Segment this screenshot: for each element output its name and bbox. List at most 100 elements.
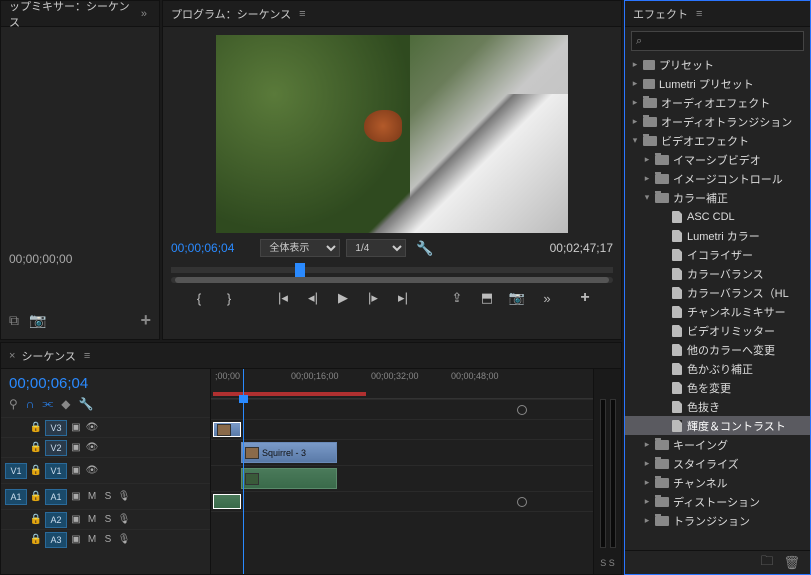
panel-overflow-icon[interactable]: » [137,8,151,20]
tree-item-color-balance[interactable]: カラーバランス [625,264,810,283]
magnet-icon[interactable]: ∩ [26,397,35,411]
track-v3[interactable] [211,399,593,419]
tree-item-change-color[interactable]: 色を変更 [625,378,810,397]
meter-solo-label[interactable]: S S [594,558,621,568]
track-header-v3[interactable]: 🔒V3▣👁 [1,417,210,437]
lock-icon[interactable]: 🔒 [29,442,43,453]
eye-icon[interactable]: 👁 [85,422,99,433]
mic-icon[interactable]: 🎙 [117,534,131,545]
step-back-icon[interactable]: ◂| [305,290,321,306]
program-time-ruler[interactable] [171,259,613,283]
track-header-a1[interactable]: A1🔒A1▣MS🎙 [1,483,210,509]
new-bin-icon[interactable]: 🗀 [760,552,773,574]
tree-item-brightness-contrast[interactable]: 輝度＆コントラスト [625,416,810,435]
toggle-output-icon[interactable]: ▣ [69,534,83,545]
panel-menu-icon[interactable]: ≡ [299,8,305,20]
resolution-select[interactable]: 1/4 [346,239,406,257]
tree-color-correction[interactable]: ▾カラー補正 [625,188,810,207]
track-a2[interactable] [211,491,593,511]
tree-item-tint[interactable]: 色かぶり補正 [625,359,810,378]
eye-icon[interactable]: 👁 [85,442,99,453]
settings-wrench-icon[interactable]: 🔧 [78,397,93,411]
mark-in-icon[interactable]: { [191,291,207,306]
program-timecode-duration[interactable]: 00;02;47;17 [550,241,613,255]
linked-selection-icon[interactable]: ⫘ [42,396,53,411]
mic-icon[interactable]: 🎙 [117,491,131,502]
timeline-timecode[interactable]: 00;00;06;04 [1,369,210,394]
go-to-in-icon[interactable]: |◂ [275,290,291,306]
toggle-output-icon[interactable]: ▣ [69,422,83,433]
work-area-bar[interactable] [213,392,366,396]
play-icon[interactable]: ▶ [335,290,351,306]
lock-icon[interactable]: 🔒 [29,422,43,433]
tree-video-effects[interactable]: ▾ビデオエフェクト [625,131,810,150]
program-playhead[interactable] [295,263,305,277]
audio-mixer-header[interactable]: ップミキサー：シーケンス » [1,1,159,27]
tree-stylize[interactable]: ▸スタイライズ [625,454,810,473]
track-header-a2[interactable]: 🔒A2▣MS🎙 [1,509,210,529]
tree-item-channel-mixer[interactable]: チャンネルミキサー [625,302,810,321]
timeline-tracks-area[interactable]: ;00;00 00;00;16;00 00;00;32;00 00;00;48;… [211,369,593,574]
solo-button[interactable]: S [101,514,115,525]
add-button-icon[interactable]: + [140,310,151,331]
audiomixer-timecode[interactable]: 00;00;00;00 [9,252,151,266]
tree-channel[interactable]: ▸チャンネル [625,473,810,492]
tree-item-lumetri-color[interactable]: Lumetri カラー [625,226,810,245]
track-header-v1[interactable]: V1🔒V1▣👁 [1,457,210,483]
mark-out-icon[interactable]: } [221,291,237,306]
go-to-out-icon[interactable]: ▸| [395,290,411,306]
export-frame-icon[interactable]: ⧉ [9,312,19,329]
close-icon[interactable]: × [9,350,15,362]
track-v1[interactable]: Squirrel - 3 [211,439,593,465]
tree-lumetri-presets[interactable]: ▸Lumetri プリセット [625,74,810,93]
tree-item-asc-cdl[interactable]: ASC CDL [625,207,810,226]
tree-item-color-remove[interactable]: 色抜き [625,397,810,416]
settings-wrench-icon[interactable]: 🔧 [416,240,433,257]
lock-icon[interactable]: 🔒 [29,491,43,502]
snap-icon[interactable]: ⚲ [9,397,18,411]
mute-button[interactable]: M [85,491,99,502]
lift-icon[interactable]: ⇪ [449,290,465,306]
button-editor-icon[interactable]: + [577,289,593,307]
toggle-output-icon[interactable]: ▣ [69,442,83,453]
clip-a1[interactable] [241,468,337,489]
panel-menu-icon[interactable]: ≡ [84,350,90,362]
lock-icon[interactable]: 🔒 [29,514,43,525]
fit-select[interactable]: 全体表示 [260,239,340,257]
solo-button[interactable]: S [101,491,115,502]
track-header-a3[interactable]: 🔒A3▣MS🎙 [1,529,210,549]
toggle-output-icon[interactable]: ▣ [69,491,83,502]
mute-button[interactable]: M [85,534,99,545]
program-viewport[interactable] [216,35,568,233]
effects-header[interactable]: エフェクト ≡ [625,1,810,27]
tree-transition[interactable]: ▸トランジション [625,511,810,530]
mic-icon[interactable]: 🎙 [117,514,131,525]
toggle-output-icon[interactable]: ▣ [69,465,83,476]
track-v2[interactable] [211,419,593,439]
track-header-v2[interactable]: 🔒V2▣👁 [1,437,210,457]
delete-icon[interactable]: 🗑 [783,555,800,571]
track-a3[interactable] [211,511,593,531]
program-zoom-scrollbar[interactable] [175,277,609,283]
toggle-output-icon[interactable]: ▣ [69,514,83,525]
mute-button[interactable]: M [85,514,99,525]
tree-item-change-to-color[interactable]: 他のカラーへ変更 [625,340,810,359]
timeline-header[interactable]: × シーケンス ≡ [1,343,621,369]
lock-icon[interactable]: 🔒 [29,534,43,545]
program-header[interactable]: プログラム：シーケンス ≡ [163,1,621,27]
solo-button[interactable]: S [101,534,115,545]
clip-v1[interactable]: Squirrel - 3 [241,442,337,463]
export-frame-icon[interactable]: 📷 [509,290,525,306]
panel-menu-icon[interactable]: ≡ [696,8,702,20]
tree-immersive[interactable]: ▸イマーシブビデオ [625,150,810,169]
markers-icon[interactable]: ◆ [61,397,70,411]
clip-v2[interactable] [213,422,241,437]
tree-image-control[interactable]: ▸イメージコントロール [625,169,810,188]
effects-search-input[interactable]: ⌕ [631,31,804,51]
timeline-playhead[interactable] [243,369,244,574]
tree-item-video-limiter[interactable]: ビデオリミッター [625,321,810,340]
tree-audio-transitions[interactable]: ▸オーディオトランジション [625,112,810,131]
program-timecode-current[interactable]: 00;00;06;04 [171,241,234,255]
track-a1[interactable] [211,465,593,491]
timeline-ruler[interactable]: ;00;00 00;00;16;00 00;00;32;00 00;00;48;… [211,369,593,399]
